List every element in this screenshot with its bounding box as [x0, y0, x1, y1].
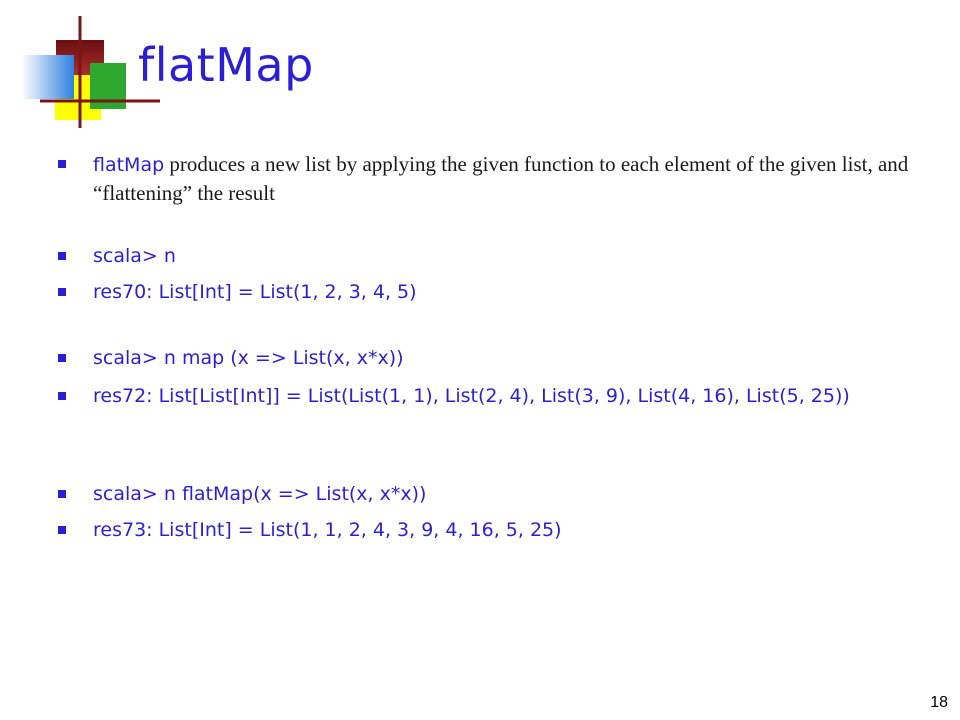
bullet-text: scala> n	[93, 245, 176, 267]
bullet-list: flatMap produces a new list by applying …	[0, 0, 960, 720]
bullet-text: scala> n flatMap(x => List(x, x*x))	[93, 483, 427, 505]
bullet-text: res73: List[Int] = List(1, 1, 2, 4, 3, 9…	[93, 519, 562, 541]
bullet-marker	[58, 160, 66, 168]
bullet-marker	[58, 252, 66, 260]
page-number: 18	[930, 694, 948, 711]
bullet-text: res72: List[List[Int]] = List(List(1, 1)…	[93, 385, 850, 407]
bullet-marker	[58, 392, 66, 400]
bullet-text: produces a new list by applying the give…	[93, 152, 909, 205]
bullet-text: res70: List[Int] = List(1, 2, 3, 4, 5)	[93, 281, 417, 303]
bullet-marker	[58, 526, 66, 534]
bullet-marker	[58, 354, 66, 362]
bullet-marker	[58, 490, 66, 498]
inline-code: flatMap	[93, 154, 165, 176]
bullet-marker	[58, 288, 66, 296]
bullet-text: scala> n map (x => List(x, x*x))	[93, 347, 404, 369]
